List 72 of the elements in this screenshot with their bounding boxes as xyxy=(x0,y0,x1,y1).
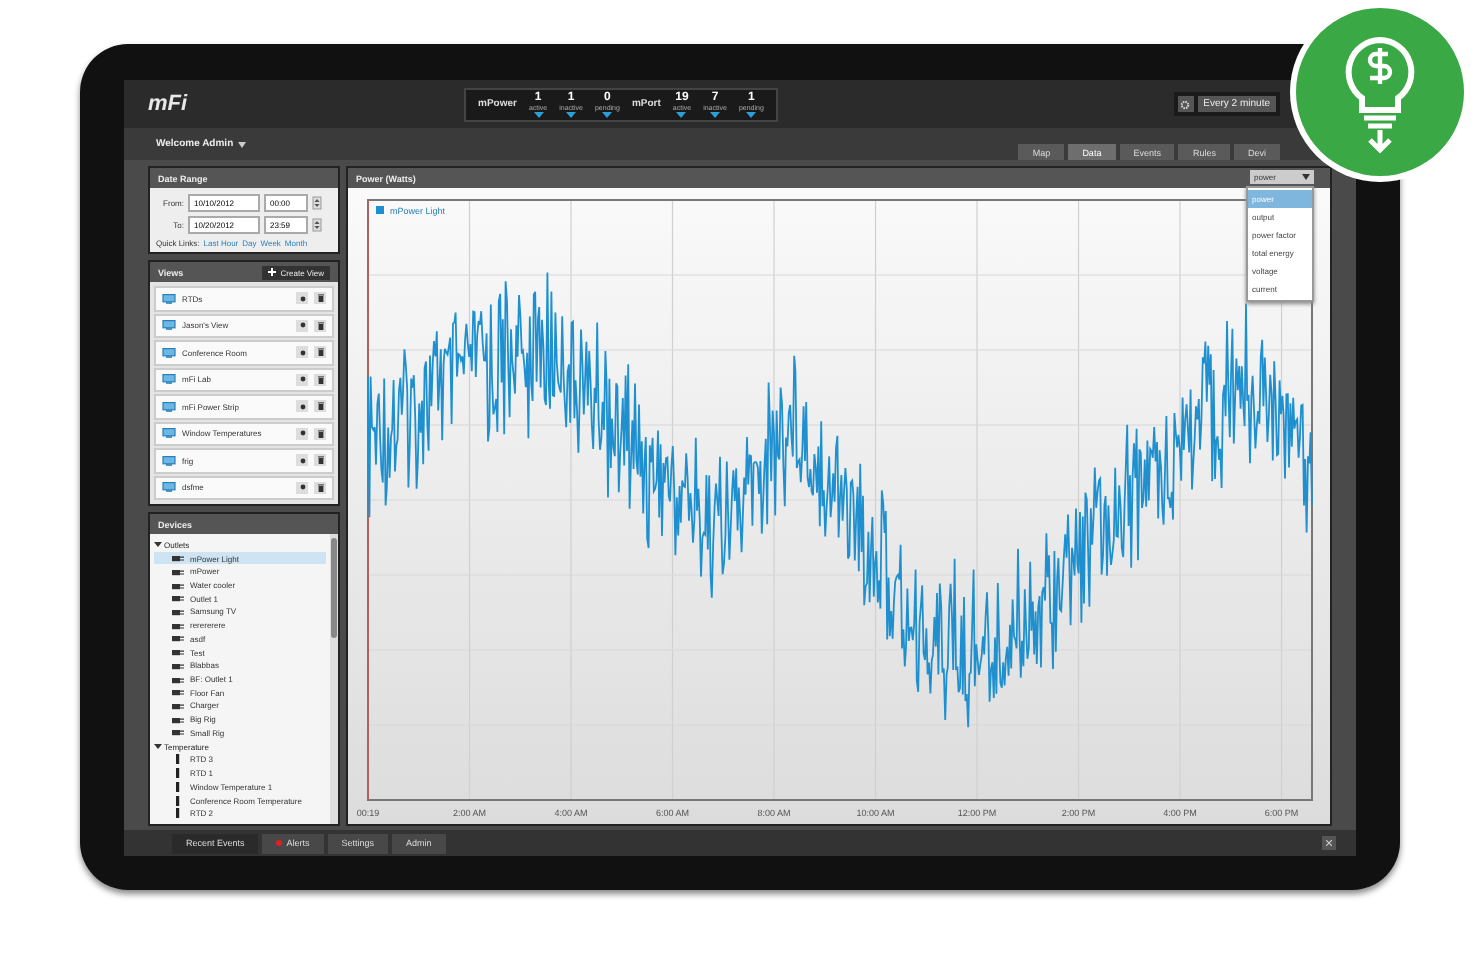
edit-button[interactable] xyxy=(296,373,308,386)
plug-icon xyxy=(172,634,184,643)
plug-icon xyxy=(172,581,184,590)
trash-icon xyxy=(317,402,323,411)
edit-button[interactable] xyxy=(296,481,308,494)
eye-icon xyxy=(299,349,305,356)
plug-icon xyxy=(172,648,184,657)
plug-icon xyxy=(172,661,184,670)
delete-button[interactable] xyxy=(314,454,326,467)
monitor-icon xyxy=(162,455,176,466)
gear-icon xyxy=(1180,99,1191,109)
monitor-icon xyxy=(162,482,176,493)
plug-icon xyxy=(172,688,184,697)
plug-icon xyxy=(172,715,184,724)
eye-icon xyxy=(299,457,305,464)
eye-icon xyxy=(299,484,305,491)
settings-button[interactable] xyxy=(1177,96,1194,112)
indicator-icon xyxy=(602,111,613,117)
trash-icon xyxy=(317,294,323,303)
spinner-icon[interactable] xyxy=(312,196,322,210)
plug-icon xyxy=(172,701,184,710)
delete-button[interactable] xyxy=(314,346,326,359)
eye-icon xyxy=(299,295,305,302)
monitor-icon xyxy=(162,374,176,385)
indicator-icon xyxy=(566,111,577,117)
delete-button[interactable] xyxy=(314,373,326,386)
trash-icon xyxy=(317,456,323,465)
close-icon xyxy=(1326,840,1332,846)
trash-icon xyxy=(317,375,323,384)
trash-icon xyxy=(317,348,323,357)
plus-icon xyxy=(268,268,277,276)
delete-button[interactable] xyxy=(314,481,326,494)
monitor-icon xyxy=(162,320,176,331)
plug-icon xyxy=(172,567,184,576)
scrollbar[interactable] xyxy=(330,534,338,824)
indicator-icon xyxy=(676,111,687,117)
legend-swatch xyxy=(376,206,384,214)
eye-icon xyxy=(299,376,305,383)
eye-icon xyxy=(299,403,305,410)
eye-icon xyxy=(299,322,305,329)
logo: mFi xyxy=(148,92,190,116)
alert-dot-icon xyxy=(276,840,283,846)
monitor-icon xyxy=(162,401,176,412)
edit-button[interactable] xyxy=(296,454,308,467)
delete-button[interactable] xyxy=(314,292,326,305)
plug-icon xyxy=(172,728,184,737)
trash-icon xyxy=(317,321,323,330)
spinner-icon[interactable] xyxy=(312,218,322,232)
indicator-icon xyxy=(746,111,757,117)
edit-button[interactable] xyxy=(296,319,308,332)
delete-button[interactable] xyxy=(314,319,326,332)
caret-icon xyxy=(237,141,246,147)
plug-icon xyxy=(172,554,184,563)
eye-icon xyxy=(299,430,305,437)
edit-button[interactable] xyxy=(296,427,308,440)
plug-icon xyxy=(172,621,184,630)
monitor-icon xyxy=(162,347,176,358)
plug-icon xyxy=(172,607,184,616)
monitor-icon xyxy=(162,293,176,304)
trash-icon xyxy=(317,483,323,492)
delete-button[interactable] xyxy=(314,400,326,413)
indicator-icon xyxy=(710,111,720,117)
monitor-icon xyxy=(162,428,176,439)
edit-button[interactable] xyxy=(296,346,308,359)
delete-button[interactable] xyxy=(314,427,326,440)
trash-icon xyxy=(317,429,323,438)
plug-icon xyxy=(172,594,184,603)
close-button[interactable] xyxy=(1322,836,1336,850)
edit-button[interactable] xyxy=(296,400,308,413)
edit-button[interactable] xyxy=(296,292,308,305)
plug-icon xyxy=(172,675,184,684)
indicator-icon xyxy=(533,111,544,117)
